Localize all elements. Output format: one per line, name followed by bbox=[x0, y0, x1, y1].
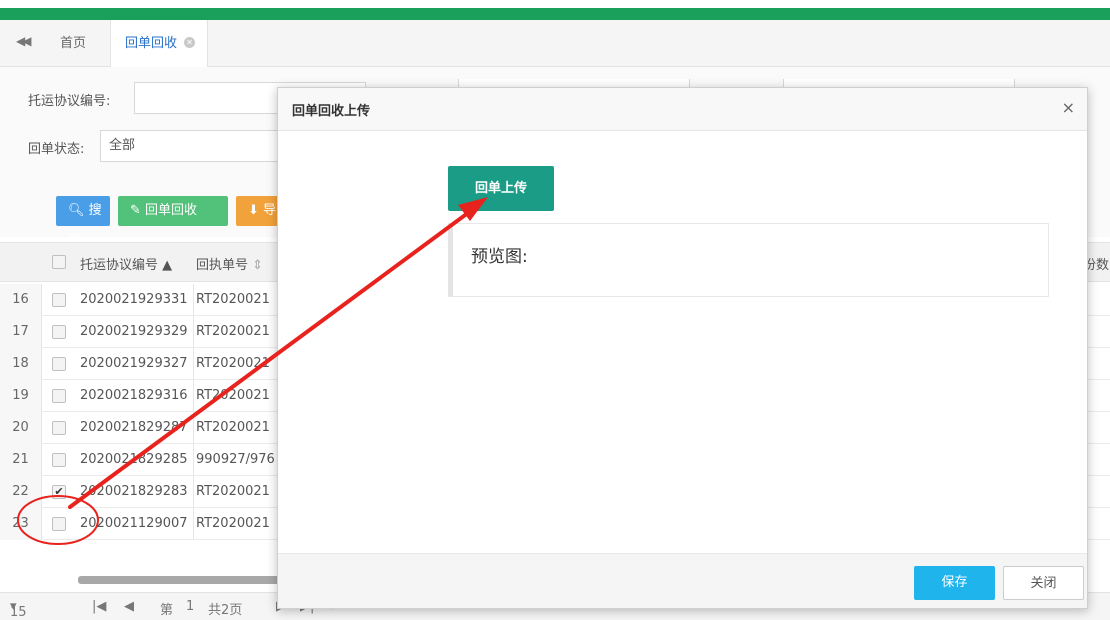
first-page-icon[interactable]: |◀ bbox=[92, 599, 106, 614]
select-all-checkbox[interactable] bbox=[52, 255, 66, 269]
row-number: 22 bbox=[0, 476, 42, 508]
page-prefix: 第 bbox=[160, 603, 174, 618]
cell-receipt-no: RT2020021 bbox=[196, 356, 270, 371]
cell-contract-no: 2020021829287 bbox=[80, 412, 194, 444]
preview-panel: 预览图: bbox=[448, 223, 1049, 297]
save-button[interactable]: 保存 bbox=[914, 566, 995, 600]
cell-contract-no: 2020021829283 bbox=[80, 476, 194, 508]
cell-receipt-no: 990927/976 bbox=[196, 452, 275, 467]
tab-bar: ◀◀ 首页 回单回收 ✕ bbox=[0, 20, 1110, 67]
double-chevron-left-icon[interactable]: ◀◀ bbox=[16, 34, 32, 48]
cell-contract-no: 2020021829316 bbox=[80, 380, 194, 412]
status-select[interactable]: 全部 bbox=[100, 130, 280, 162]
cell-receipt-no: RT2020021 bbox=[196, 324, 270, 339]
tab-label: 回单回收 bbox=[125, 36, 178, 51]
tab-receipt-recovery[interactable]: 回单回收 ✕ bbox=[110, 20, 209, 67]
page-size-select[interactable]: 15 ▾ bbox=[10, 599, 27, 620]
row-number: 17 bbox=[0, 316, 42, 348]
row-number: 16 bbox=[0, 284, 42, 316]
row-checkbox[interactable] bbox=[52, 357, 66, 371]
row-checkbox[interactable] bbox=[52, 517, 66, 531]
row-number: 19 bbox=[0, 380, 42, 412]
receipt-recover-button[interactable]: ✎ 回单回收 bbox=[118, 196, 228, 226]
search-button[interactable]: 🔍︎ 搜索 bbox=[56, 196, 110, 248]
cell-receipt-no: RT2020021 bbox=[196, 484, 270, 499]
header-receipt-no[interactable]: 回执单号 ⇕ bbox=[196, 254, 263, 273]
status-label: 回单状态: bbox=[28, 142, 85, 157]
brand-strip bbox=[0, 8, 1110, 20]
cell-contract-no: 2020021829285 bbox=[80, 444, 194, 476]
row-number: 20 bbox=[0, 412, 42, 444]
sort-asc-icon: ▲ bbox=[162, 258, 173, 273]
header-contract-no[interactable]: 托运协议编号 ▲ bbox=[80, 254, 172, 273]
close-icon[interactable]: × bbox=[1062, 98, 1075, 117]
row-number: 23 bbox=[0, 508, 42, 540]
upload-dialog: 回单回收上传 × 回单上传 预览图: 保存 关闭 bbox=[277, 87, 1088, 609]
receipt-upload-button[interactable]: 回单上传 bbox=[448, 166, 554, 211]
row-checkbox[interactable] bbox=[52, 325, 66, 339]
cell-contract-no: 2020021929331 bbox=[80, 284, 194, 316]
dialog-header: 回单回收上传 × bbox=[278, 88, 1087, 131]
cell-receipt-no: RT2020021 bbox=[196, 420, 270, 435]
download-icon: ⬇ bbox=[248, 203, 259, 218]
close-icon[interactable]: ✕ bbox=[184, 37, 196, 48]
dialog-title: 回单回收上传 bbox=[292, 104, 371, 119]
cell-receipt-no: RT2020021 bbox=[196, 388, 270, 403]
top-bar bbox=[0, 0, 1110, 20]
row-number: 18 bbox=[0, 348, 42, 380]
cell-receipt-no: RT2020021 bbox=[196, 292, 270, 307]
search-icon: 🔍︎ bbox=[68, 203, 85, 218]
cell-contract-no: 2020021929327 bbox=[80, 348, 194, 380]
edit-icon: ✎ bbox=[130, 203, 141, 218]
row-checkbox[interactable] bbox=[52, 453, 66, 467]
row-checkbox[interactable] bbox=[52, 293, 66, 307]
cell-contract-no: 2020021129007 bbox=[80, 508, 194, 540]
page-total: 共2页 bbox=[208, 603, 243, 618]
export-button[interactable]: ⬇ 导 bbox=[236, 196, 280, 226]
row-number: 21 bbox=[0, 444, 42, 476]
close-button[interactable]: 关闭 bbox=[1003, 566, 1084, 600]
contract-no-label: 托运协议编号: bbox=[28, 94, 111, 109]
horizontal-scrollbar[interactable] bbox=[78, 576, 288, 584]
sort-icon: ⇕ bbox=[252, 258, 264, 273]
dialog-footer: 保存 关闭 bbox=[278, 553, 1087, 608]
row-checkbox[interactable] bbox=[52, 421, 66, 435]
row-checkbox[interactable] bbox=[52, 389, 66, 403]
page-current[interactable]: 1 bbox=[186, 599, 194, 614]
preview-label: 预览图: bbox=[471, 247, 528, 267]
prev-page-icon[interactable]: ◀ bbox=[124, 599, 134, 614]
row-checkbox[interactable]: ✔ bbox=[52, 485, 66, 499]
cell-receipt-no: RT2020021 bbox=[196, 516, 270, 531]
tab-home[interactable]: 首页 bbox=[46, 20, 100, 67]
cell-contract-no: 2020021929329 bbox=[80, 316, 194, 348]
